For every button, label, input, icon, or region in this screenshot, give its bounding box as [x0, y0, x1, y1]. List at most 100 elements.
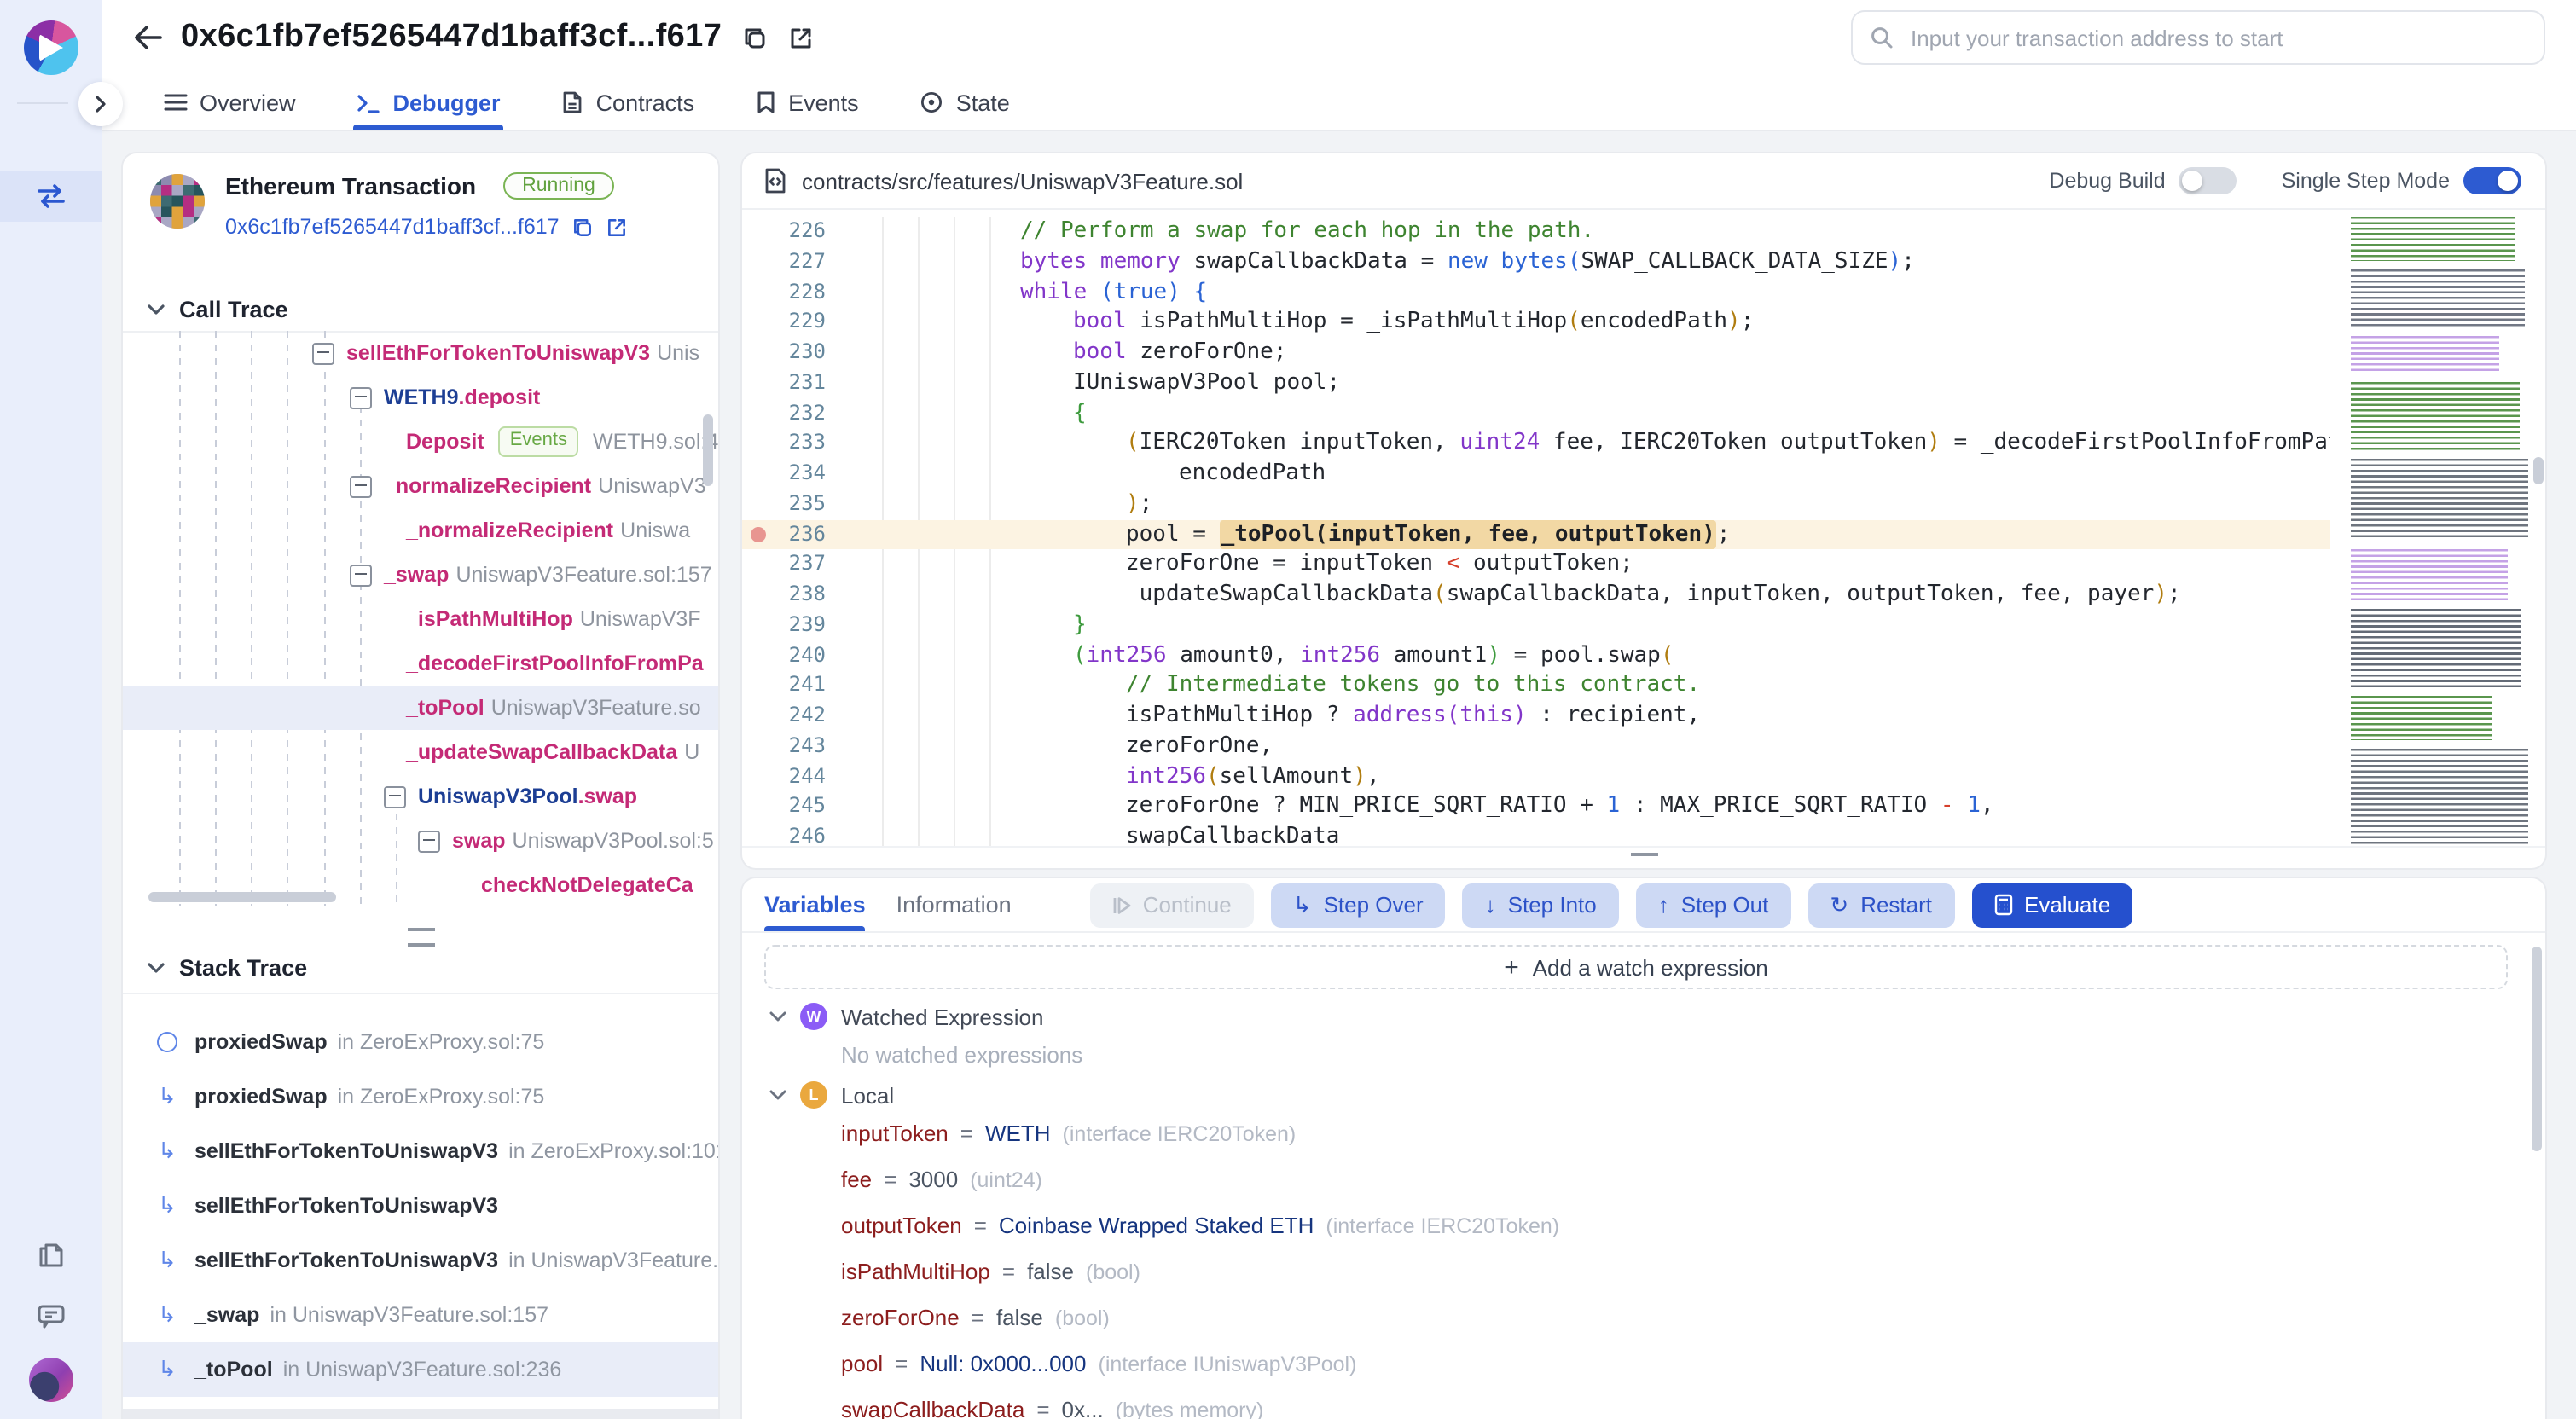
user-avatar[interactable] — [29, 1358, 73, 1402]
stack-trace-item[interactable]: ↳sellEthForTokenToUniswapV3in UniswapV3F… — [123, 1233, 718, 1288]
external-link-icon[interactable] — [606, 216, 628, 238]
line-number[interactable]: 232 — [742, 398, 826, 429]
sidebar-item-transactions[interactable] — [0, 171, 102, 222]
call-trace-item[interactable]: _swapUniswapV3Feature.sol:157 — [123, 553, 718, 597]
sidebar-expand-button[interactable] — [78, 82, 123, 126]
add-watch-expression[interactable]: + Add a watch expression — [764, 945, 2508, 989]
stack-trace-item[interactable]: proxiedSwapin ZeroExProxy.sol:75 — [123, 1015, 718, 1069]
collapse-minus-icon[interactable] — [350, 475, 372, 497]
code-line[interactable]: 241// Intermediate tokens go to this con… — [742, 671, 2330, 702]
tab-overview[interactable]: Overview — [164, 75, 296, 130]
call-trace-item[interactable]: _isPathMultiHopUniswapV3F — [123, 597, 718, 641]
code-line[interactable]: 237zeroForOne = inputToken < outputToken… — [742, 550, 2330, 581]
continue-button[interactable]: Continue — [1090, 883, 1254, 927]
code-line[interactable]: 231IUniswapV3Pool pool; — [742, 368, 2330, 399]
call-trace-item[interactable]: _normalizeRecipientUniswa — [123, 508, 718, 553]
code-minimap[interactable] — [2351, 217, 2528, 837]
stack-trace-item[interactable]: ↳sellEthForTokenToUniswapV3in ZeroExProx… — [123, 1124, 718, 1179]
code-line[interactable]: 239} — [742, 611, 2330, 641]
code-line[interactable]: 245zeroForOne ? MIN_PRICE_SQRT_RATIO + 1… — [742, 792, 2330, 823]
call-trace-item[interactable]: _updateSwapCallbackDataU — [123, 730, 718, 774]
collapse-minus-icon[interactable] — [350, 386, 372, 408]
code-line[interactable]: 244int256(sellAmount), — [742, 762, 2330, 792]
line-number[interactable]: 233 — [742, 429, 826, 460]
variable-row[interactable]: fee=3000(uint24) — [841, 1156, 2528, 1202]
variable-row[interactable]: zeroForOne=false(bool) — [841, 1294, 2528, 1341]
line-number[interactable]: 235 — [742, 489, 826, 520]
call-trace-vscrollbar[interactable] — [703, 414, 713, 486]
panel-resize-handle[interactable] — [407, 928, 434, 947]
code-line[interactable]: 234encodedPath — [742, 459, 2330, 489]
app-logo[interactable] — [24, 20, 78, 75]
collapse-minus-icon[interactable] — [312, 342, 334, 364]
code-resize-handle[interactable] — [1630, 853, 1657, 868]
call-trace-item[interactable]: _toPoolUniswapV3Feature.so — [123, 686, 718, 730]
code-line[interactable]: 240(int256 amount0, int256 amount1) = po… — [742, 640, 2330, 671]
tab-contracts[interactable]: Contracts — [562, 75, 695, 130]
collapse-minus-icon[interactable] — [350, 564, 372, 586]
call-trace-item[interactable]: sellEthForTokenToUniswapV3Unis — [123, 331, 718, 375]
call-trace-item[interactable]: swapUniswapV3Pool.sol:5 — [123, 819, 718, 863]
step-over-button[interactable]: ↳ Step Over — [1271, 883, 1446, 927]
line-number[interactable]: 243 — [742, 732, 826, 762]
code-line[interactable]: 228while (true) { — [742, 277, 2330, 308]
line-number[interactable]: 242 — [742, 701, 826, 732]
code-line[interactable]: 243zeroForOne, — [742, 732, 2330, 762]
code-line[interactable]: 226// Perform a swap for each hop in the… — [742, 217, 2330, 247]
watched-expression-section[interactable]: W Watched Expression — [742, 1001, 2528, 1032]
line-number[interactable]: 240 — [742, 640, 826, 671]
call-trace-item[interactable]: UniswapV3Pool.swap — [123, 774, 718, 819]
variable-row[interactable]: isPathMultiHop=false(bool) — [841, 1248, 2528, 1294]
call-trace-item[interactable]: DepositEventsWETH9.sol:4 — [123, 420, 718, 464]
code-vscrollbar[interactable] — [2532, 208, 2545, 848]
stack-trace-item[interactable]: ↳_swapin UniswapV3Feature.sol:157 — [123, 1288, 718, 1342]
line-number[interactable]: 230 — [742, 338, 826, 368]
line-number[interactable]: 238 — [742, 580, 826, 611]
call-trace-item[interactable]: _normalizeRecipientUniswapV3 — [123, 464, 718, 508]
single-step-mode-toggle[interactable] — [2463, 167, 2521, 194]
code-line[interactable]: 242isPathMultiHop ? address(this) : reci… — [742, 701, 2330, 732]
line-number[interactable]: 227 — [742, 247, 826, 278]
restart-button[interactable]: ↻ Restart — [1807, 883, 1954, 927]
collapse-minus-icon[interactable] — [384, 785, 406, 808]
line-number[interactable]: 226 — [742, 217, 826, 247]
variables-vscrollbar[interactable] — [2532, 947, 2542, 1151]
stack-trace-header[interactable]: Stack Trace — [147, 955, 307, 981]
code-line[interactable]: 227bytes memory swapCallbackData = new b… — [742, 247, 2330, 278]
tab-variables[interactable]: Variables — [764, 878, 866, 931]
line-number[interactable]: 245 — [742, 792, 826, 823]
evaluate-button[interactable]: Evaluate — [1971, 883, 2132, 927]
back-icon[interactable] — [133, 24, 164, 51]
line-number[interactable]: 239 — [742, 611, 826, 641]
variable-row[interactable]: swapCallbackData=0x...(bytes memory) — [841, 1387, 2528, 1419]
line-number[interactable]: 244 — [742, 762, 826, 792]
feedback-chat-icon[interactable] — [34, 1300, 68, 1334]
tx-address-link[interactable]: 0x6c1fb7ef5265447d1baff3cf...f617 — [225, 215, 560, 239]
line-number[interactable]: 237 — [742, 550, 826, 581]
transaction-search[interactable] — [1851, 10, 2545, 65]
documents-icon[interactable] — [34, 1238, 68, 1272]
code-editor[interactable]: 226// Perform a swap for each hop in the… — [742, 217, 2330, 848]
code-line[interactable]: 230bool zeroForOne; — [742, 338, 2330, 368]
step-out-button[interactable]: ↑ Step Out — [1636, 883, 1791, 927]
stack-trace-item[interactable]: ↳sellEthForTokenToUniswapV3 — [123, 1179, 718, 1233]
code-line[interactable]: 246swapCallbackData — [742, 822, 2330, 848]
tab-debugger[interactable]: Debugger — [357, 75, 501, 130]
code-line[interactable]: 233(IERC20Token inputToken, uint24 fee, … — [742, 429, 2330, 460]
stack-trace-item[interactable]: ↳_toPoolin UniswapV3Feature.sol:236 — [123, 1342, 718, 1397]
external-link-icon[interactable] — [788, 25, 814, 50]
active-code-line[interactable]: 236pool = _toPool(inputToken, fee, outpu… — [742, 519, 2330, 550]
code-line[interactable]: 238_updateSwapCallbackData(swapCallbackD… — [742, 580, 2330, 611]
copy-icon[interactable] — [742, 25, 768, 50]
code-line[interactable]: 235); — [742, 489, 2330, 520]
line-number[interactable]: 231 — [742, 368, 826, 399]
copy-icon[interactable] — [571, 216, 594, 238]
code-line[interactable]: 229bool isPathMultiHop = _isPathMultiHop… — [742, 308, 2330, 339]
line-number[interactable]: 228 — [742, 277, 826, 308]
tab-information[interactable]: Information — [896, 878, 1012, 931]
collapse-minus-icon[interactable] — [418, 830, 440, 852]
tab-events[interactable]: Events — [756, 75, 859, 130]
line-number[interactable]: 234 — [742, 459, 826, 489]
call-trace-hscrollbar[interactable] — [148, 892, 336, 902]
variable-row[interactable]: outputToken=Coinbase Wrapped Staked ETH(… — [841, 1202, 2528, 1248]
